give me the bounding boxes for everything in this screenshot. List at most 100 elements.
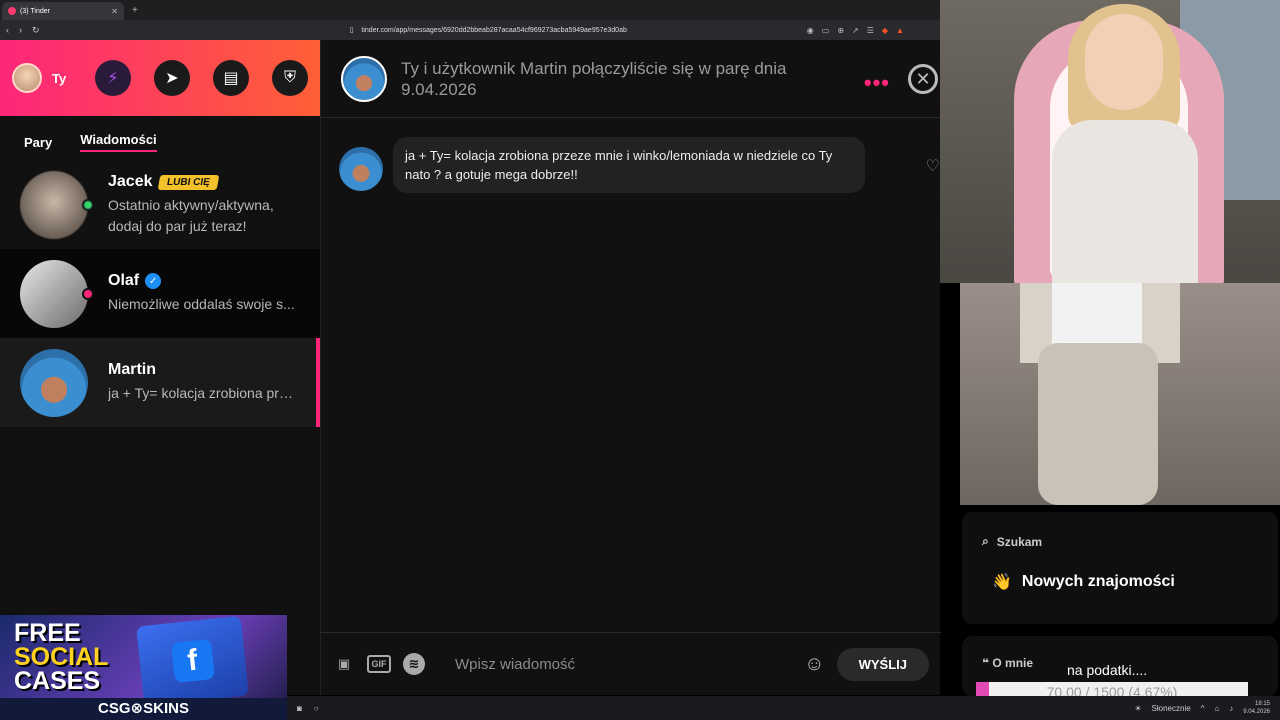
brave-shield-icon[interactable]: ◆ [882,26,888,35]
tab-messages[interactable]: Wiadomości [80,132,157,152]
clock[interactable]: 18:15 9.04.2026 [1243,700,1270,716]
url-bar-icons: ◉ ▭ ⊕ ↗ ☰ ◆ ▲ [807,26,904,35]
looking-for-value: Nowych znajomości [1021,573,1175,590]
conversation-name: Jacek [108,173,153,191]
close-chat-icon[interactable]: ✕ [908,64,938,94]
looking-for-label: Szukam [996,534,1043,549]
about-me-text: na podatki.... [1067,662,1148,678]
reload-icon[interactable]: ↻ [32,25,40,36]
tab-matches[interactable]: Pary [24,135,52,150]
promo-line-1: FREE [14,619,81,647]
conversation-preview: ja + Ty= kolacja zrobiona prz... [108,385,296,402]
my-profile-name[interactable]: Ty [52,71,72,86]
search-icon: ⌕ [982,534,989,548]
streamer-torso [1052,120,1198,283]
cast-icon[interactable]: ▭ [822,26,830,35]
location-icon[interactable]: ◉ [807,26,814,35]
back-icon[interactable]: ‹ [6,25,9,35]
tray-arrow-icon[interactable]: ^ [1201,704,1205,713]
new-tab-icon[interactable]: + [132,5,138,16]
shield-icon: ⛨ [283,69,296,86]
avatar [20,348,88,417]
tinder-favicon-icon [8,7,16,15]
sidebar-tabs: Pary Wiadomości [0,124,320,160]
clock-time: 18:15 [1254,701,1270,707]
gif-button[interactable]: GIF [367,655,391,673]
forward-icon[interactable]: › [19,25,22,35]
facebook-icon: f [170,639,215,683]
sidebar: Ty ⚡ ➤ ▤ ⛨ Pary Wiadomości Jacek LUBI CI… [0,40,320,695]
profile-photo [960,283,1280,505]
promo-line-2: SOCIAL [14,643,109,671]
browser-tab-bar: (3) Tinder ✕ + [0,0,940,20]
about-me-label: O mnie [992,656,1034,670]
promo-line-3: CASES [14,667,101,695]
weather-text: Słonecznie [1151,703,1191,713]
promo-headline: FREE SOCIAL CASES [14,619,109,695]
waving-hand-icon: 👋 [992,574,1012,591]
verified-icon: ✓ [145,273,162,290]
conversation-item-martin[interactable]: Martin ja + Ty= kolacja zrobiona prz... [0,338,320,427]
browser-url-bar: ‹ › ↻ ▯ tinder.com/app/messages/6920dd2b… [0,20,940,40]
quote-icon: ❝ [982,656,990,670]
match-info-text: Ty i użytkownik Martin połączyliście się… [401,58,787,99]
safety-button[interactable]: ⛨ [272,60,308,96]
browser-tab[interactable]: (3) Tinder ✕ [2,2,124,20]
system-tray: ☀ Słonecznie ^ ⌂ ♪ 18:15 9.04.2026 [1134,700,1270,716]
chat-panel: Ty i użytkownik Martin połączyliście się… [320,40,941,695]
conversation-preview: Ostatnio aktywny/aktywna, dodaj do par j… [108,197,274,234]
lightning-icon: ⚡ [107,70,119,87]
extensions-icon[interactable]: ☰ [867,26,874,35]
avatar [20,259,94,328]
conversation-preview: Niemożliwe oddalaś swoje s... [108,296,295,313]
case-image: f [136,615,249,707]
send-button[interactable]: WYŚLIJ [836,647,929,681]
discover-button[interactable]: ▤ [213,60,249,96]
url-text: tinder.com/app/messages/6920dd2bbeab287a… [361,26,627,34]
boost-button[interactable]: ⚡ [95,60,131,96]
message-input[interactable] [437,655,793,673]
chat-header: Ty i użytkownik Martin połączyliście się… [321,40,940,118]
conversation-name: Martin [108,361,156,379]
network-icon[interactable]: ⌂ [1214,704,1219,713]
explore-button[interactable]: ➤ [154,60,190,96]
sidebar-header: Ty ⚡ ➤ ▤ ⛨ [0,40,320,116]
match-avatar[interactable] [341,55,387,102]
shorts [1038,343,1158,505]
spotify-icon[interactable]: ≋ [403,653,425,675]
emoji-icon[interactable]: ☺ [804,653,824,676]
message-bubble: ja + Ty= kolacja zrobiona przeze mnie i … [393,137,865,193]
bookmark-icon[interactable]: ▯ [350,26,354,34]
compass-icon: ➤ [165,70,179,87]
contact-card-icon[interactable]: ▣ [333,653,355,675]
zoom-icon[interactable]: ⊕ [837,26,844,35]
like-message-icon[interactable]: ♡ [926,156,940,176]
avatar [20,170,94,239]
webcam-video [940,0,1280,283]
conversation-item-jacek[interactable]: Jacek LUBI CIĘ Ostatnio aktywny/aktywna,… [0,160,320,249]
volume-icon[interactable]: ♪ [1229,704,1233,713]
conversation-name: Olaf [108,272,140,290]
address-bar[interactable]: ▯ tinder.com/app/messages/6920dd2bbeab28… [350,23,797,37]
discord-icon[interactable]: ◙ [297,704,302,713]
message-composer: ▣ GIF ≋ ☺ WYŚLIJ [321,632,941,695]
briefcase-icon: ▤ [223,70,239,87]
taskbar: ◙ ○ ☀ Słonecznie ^ ⌂ ♪ 18:15 9.04.2026 [287,696,1280,720]
conversation-item-olaf[interactable]: Olaf ✓ Niemożliwe oddalaś swoje s... [0,249,320,338]
promo-banner[interactable]: FREE SOCIAL CASES f CSG⊗SKINS [0,615,287,720]
brave-rewards-icon[interactable]: ▲ [896,26,904,35]
promo-logo: CSG⊗SKINS [0,698,287,720]
my-avatar[interactable] [12,63,42,93]
clock-date: 9.04.2026 [1243,709,1270,715]
app-icon[interactable]: ○ [314,704,319,713]
streamer-face [1085,14,1163,110]
tab-title: (3) Tinder [20,7,50,15]
unread-dot [82,287,94,300]
close-tab-icon[interactable]: ✕ [111,7,118,16]
sender-avatar[interactable] [339,147,383,191]
message-row: ja + Ty= kolacja zrobiona przeze mnie i … [339,137,865,193]
looking-for-card: ⌕ Szukam 👋 Nowych znajomości [962,512,1278,624]
weather-icon[interactable]: ☀ [1134,704,1141,713]
share-icon[interactable]: ↗ [852,26,859,35]
more-options-icon[interactable]: ••• [864,70,890,96]
